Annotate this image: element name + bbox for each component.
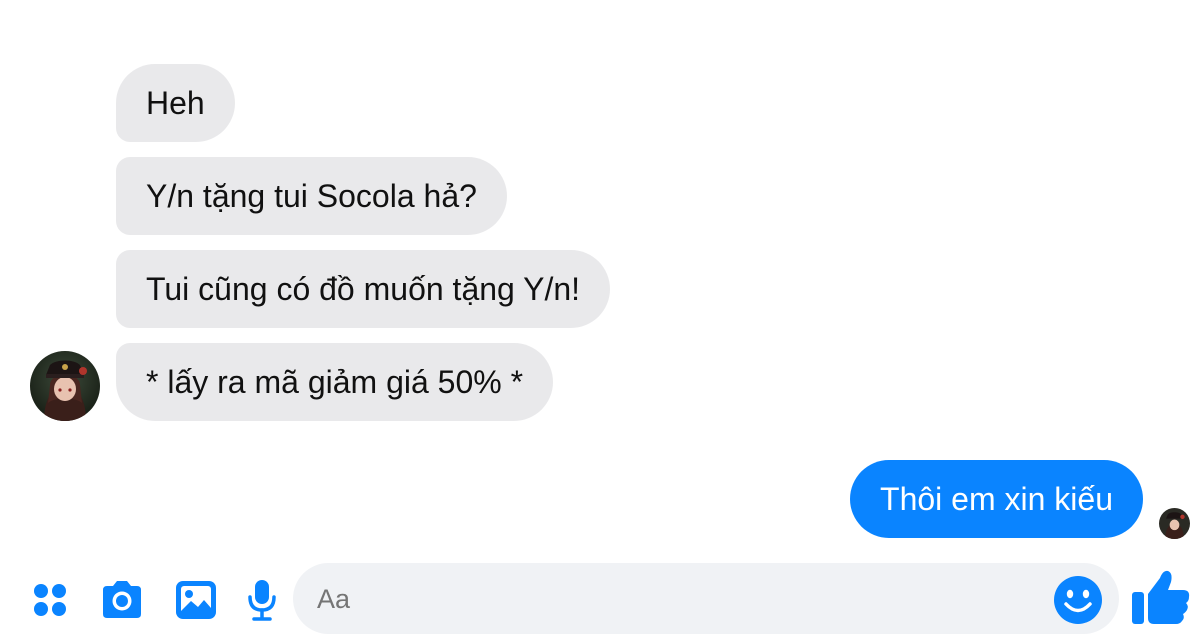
outgoing-message[interactable]: Thôi em xin kiếu bbox=[850, 460, 1143, 538]
chat-window: Heh Y/n tặng tui Socola hả? Tui cũng có … bbox=[0, 0, 1200, 642]
camera-icon[interactable] bbox=[98, 576, 146, 624]
microphone-icon[interactable] bbox=[238, 576, 286, 624]
incoming-message[interactable]: Heh bbox=[116, 64, 235, 142]
incoming-message[interactable]: * lấy ra mã giảm giá 50% * bbox=[116, 343, 554, 421]
incoming-message[interactable]: Y/n tặng tui Socola hả? bbox=[116, 157, 507, 235]
message-input[interactable] bbox=[315, 563, 1019, 636]
contact-avatar[interactable] bbox=[30, 351, 100, 421]
emoji-icon[interactable] bbox=[1053, 575, 1103, 625]
message-composer[interactable] bbox=[293, 563, 1119, 636]
apps-grid-icon[interactable] bbox=[26, 576, 74, 624]
seen-receipt-avatar bbox=[1159, 508, 1190, 539]
image-icon[interactable] bbox=[172, 576, 220, 624]
incoming-message[interactable]: Tui cũng có đồ muốn tặng Y/n! bbox=[116, 250, 611, 328]
thumbs-up-icon[interactable] bbox=[1130, 566, 1192, 628]
